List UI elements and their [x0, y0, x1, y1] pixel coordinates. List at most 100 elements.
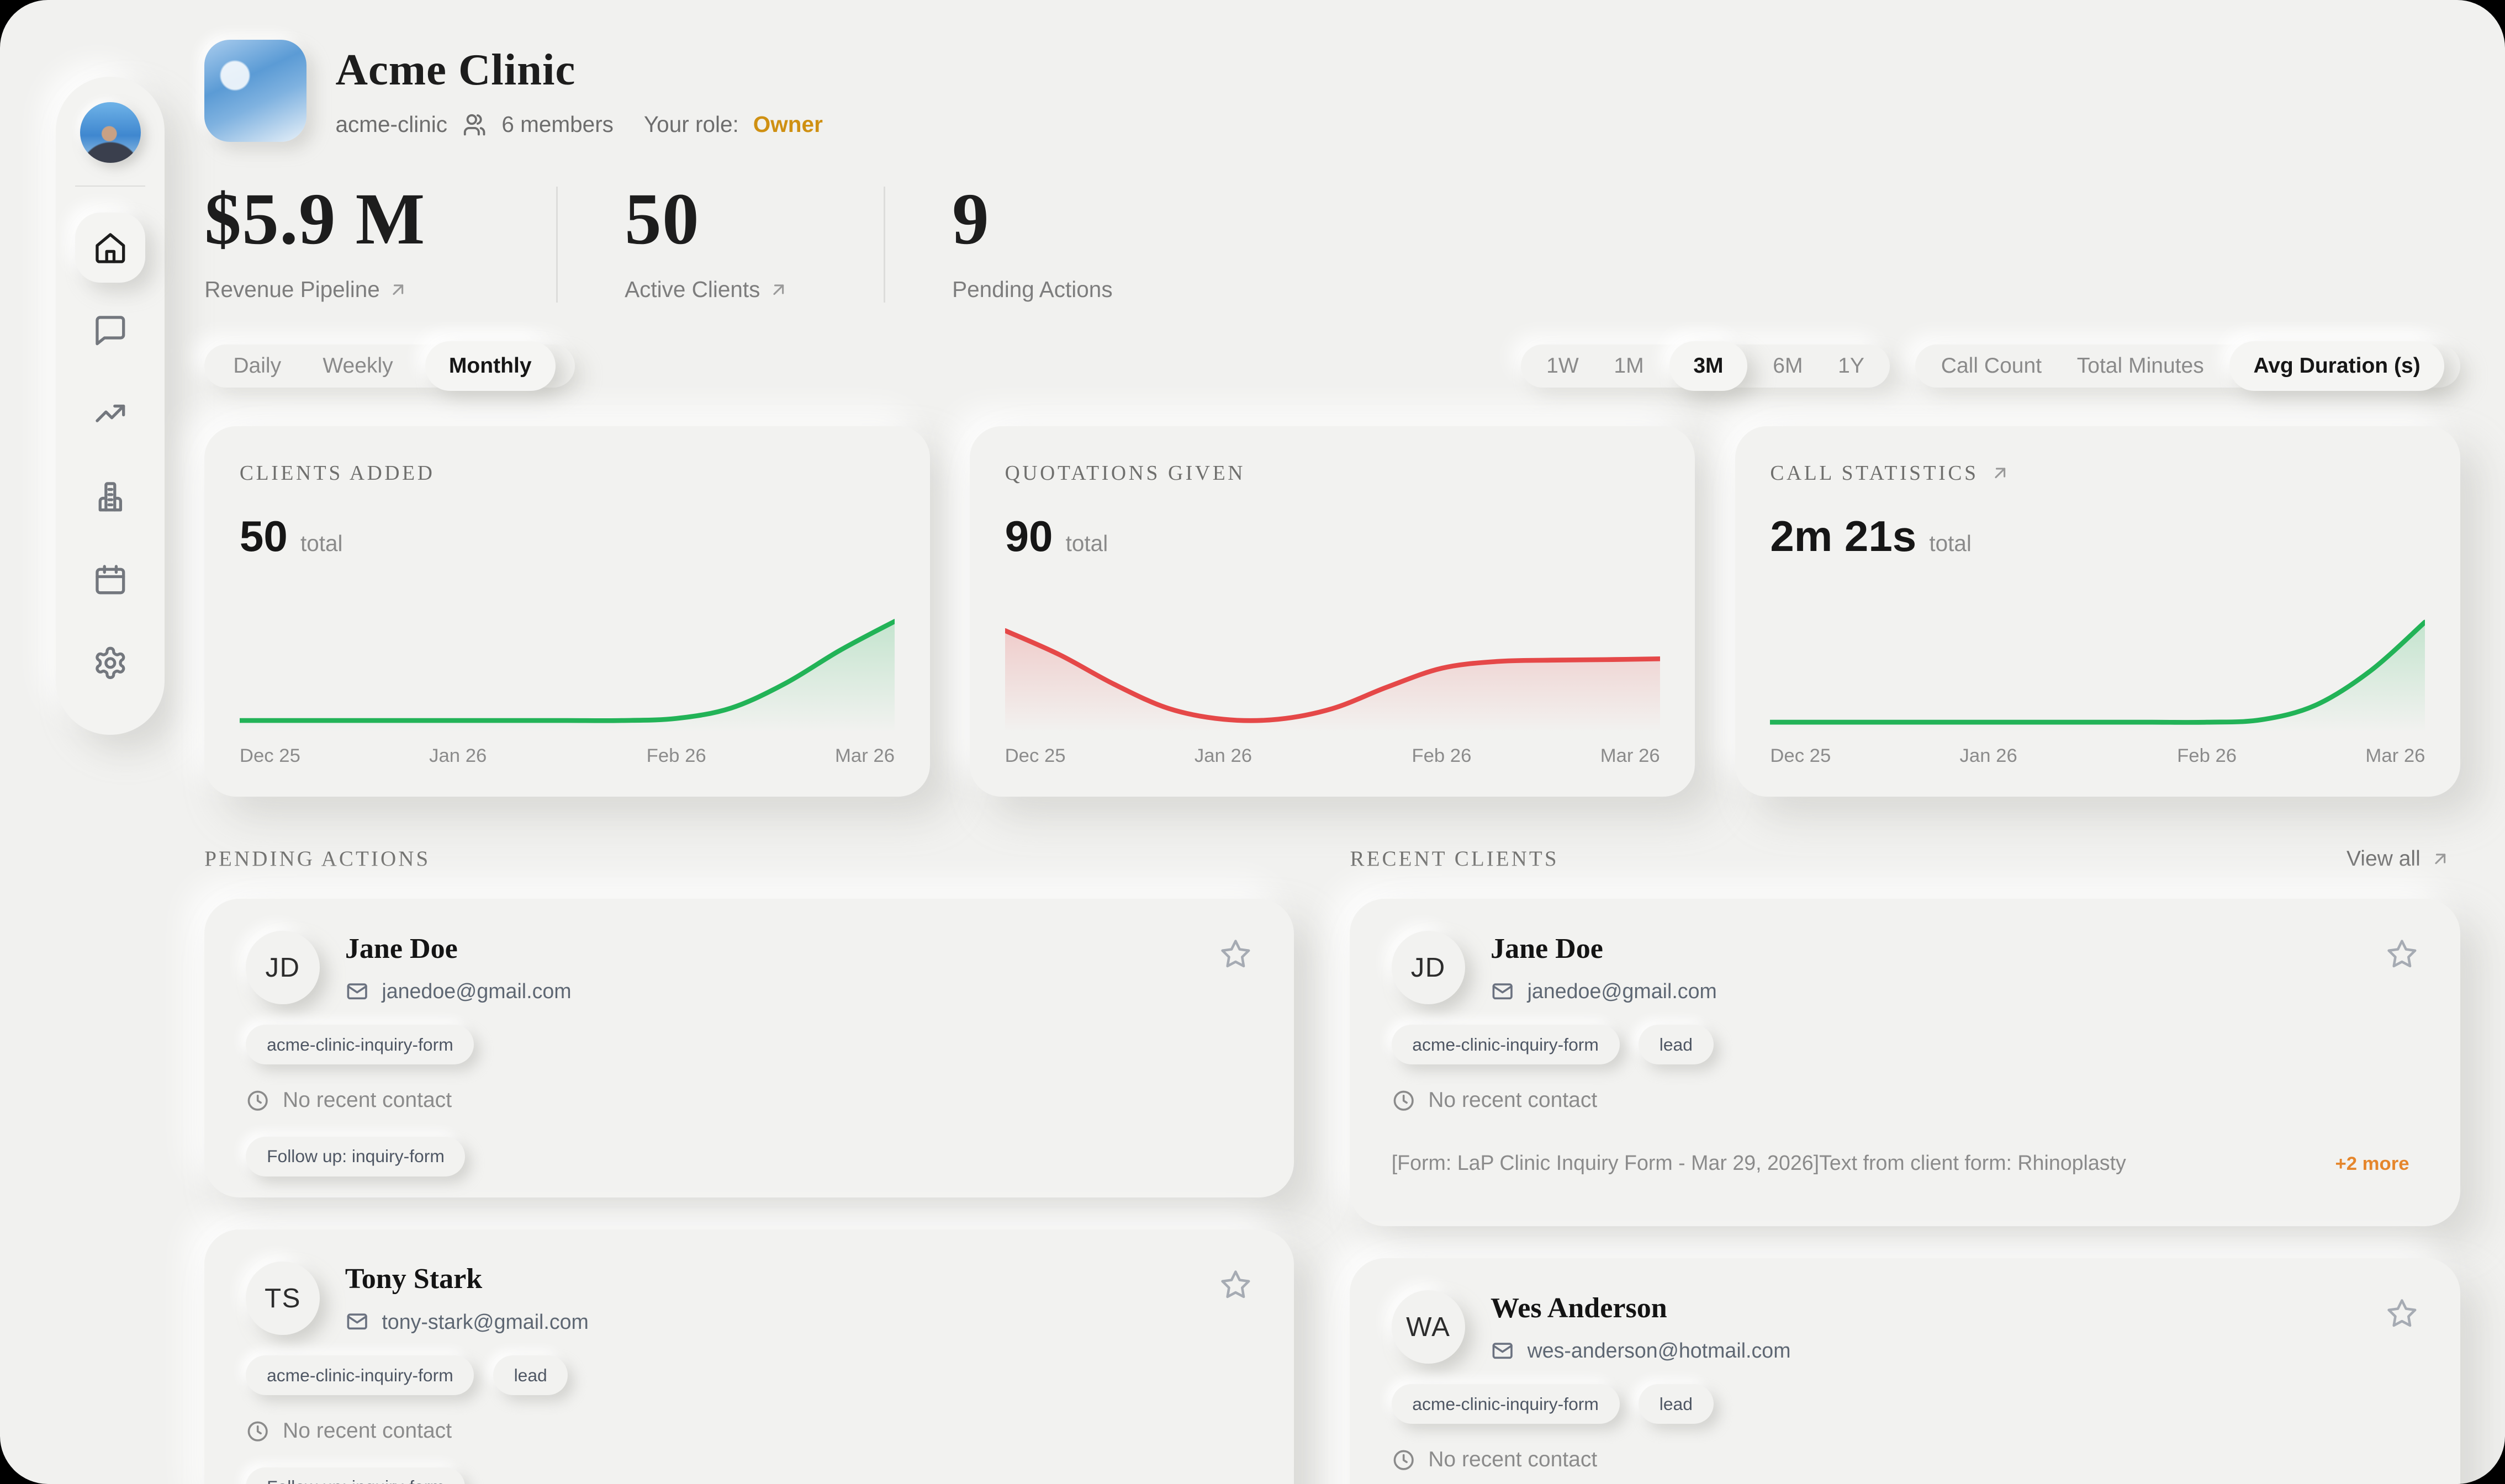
star-icon[interactable]	[2385, 1296, 2419, 1335]
tab-weekly[interactable]: Weekly	[323, 354, 393, 378]
chart-title: QUOTATIONS GIVEN	[1005, 461, 1660, 485]
message-square-icon	[93, 313, 128, 348]
tab-1y[interactable]: 1Y	[1838, 354, 1864, 378]
revenue-pipeline-link[interactable]: Revenue Pipeline	[204, 277, 489, 303]
tag-pill: lead	[1639, 1025, 1713, 1064]
org-header: Acme Clinic acme-clinic 6 members Your r…	[204, 40, 2460, 142]
app-window: Acme Clinic acme-clinic 6 members Your r…	[0, 0, 2505, 1484]
client-name: Wes Anderson	[1491, 1292, 1790, 1324]
page-title: Acme Clinic	[335, 44, 822, 96]
x-axis-labels: Dec 25 Jan 26 Feb 26 Mar 26	[1770, 745, 2425, 771]
trending-up-icon	[93, 396, 128, 431]
tab-daily[interactable]: Daily	[233, 354, 281, 378]
call-statistics-line-chart	[1770, 608, 2425, 733]
contact-status: No recent contact	[283, 1419, 452, 1443]
clients-added-line-chart	[240, 608, 895, 733]
tag-pill: acme-clinic-inquiry-form	[246, 1025, 474, 1064]
stat-divider	[884, 187, 885, 303]
tag-pill: lead	[493, 1355, 568, 1395]
tab-call-count[interactable]: Call Count	[1941, 354, 2042, 378]
chart-total-value: 90	[1005, 511, 1053, 561]
contact-status: No recent contact	[1428, 1088, 1597, 1112]
tab-1w[interactable]: 1W	[1546, 354, 1579, 378]
pending-client-card[interactable]: TS Tony Stark tony-stark@gmail.com acme-…	[204, 1229, 1294, 1484]
sidebar-item-settings[interactable]	[75, 628, 145, 698]
arrow-up-right-icon	[1990, 463, 2011, 484]
followup-chip[interactable]: Follow up: inquiry-form	[246, 1467, 465, 1484]
clinic-logo-image	[204, 40, 306, 142]
chart-total-value: 2m 21s	[1770, 511, 1916, 561]
tab-1m[interactable]: 1M	[1614, 354, 1643, 378]
mail-icon	[1491, 1339, 1514, 1363]
client-email: janedoe@gmail.com	[1528, 979, 1717, 1003]
stat-active-clients: 50 Active Clients	[625, 181, 816, 303]
metric-tab-group: Call Count Total Minutes Avg Duration (s…	[1915, 344, 2460, 388]
stat-value: $5.9 M	[204, 181, 489, 258]
more-badge[interactable]: +2 more	[2326, 1152, 2419, 1176]
tag-pill: acme-clinic-inquiry-form	[1392, 1384, 1620, 1424]
clock-icon	[1392, 1448, 1415, 1472]
stat-pending-actions: 9 Pending Actions	[952, 181, 1112, 303]
chart-total-suffix: total	[300, 531, 343, 556]
tab-avg-duration[interactable]: Avg Duration (s)	[2229, 341, 2444, 391]
view-all-link[interactable]: View all	[2337, 845, 2460, 873]
pending-client-card[interactable]: JD Jane Doe janedoe@gmail.com acme-clini…	[204, 899, 1294, 1197]
quotations-given-card: QUOTATIONS GIVEN 90 total Dec 25 Jan 26	[970, 426, 1695, 797]
arrow-up-right-icon	[388, 279, 409, 300]
filters-row: Daily Weekly Monthly 1W 1M 3M 6M 1Y Call…	[204, 344, 2460, 388]
call-statistics-link[interactable]: CALL STATISTICS	[1770, 461, 2425, 485]
client-name: Tony Stark	[345, 1263, 589, 1295]
quotations-given-line-chart	[1005, 608, 1660, 733]
tab-3m[interactable]: 3M	[1669, 341, 1747, 391]
chart-title: CLIENTS ADDED	[240, 461, 895, 485]
members-count: 6 members	[501, 112, 614, 137]
users-icon	[462, 112, 487, 137]
user-avatar-image[interactable]	[80, 102, 141, 163]
recent-client-card[interactable]: WA Wes Anderson wes-anderson@hotmail.com…	[1350, 1258, 2460, 1484]
sidebar-item-home[interactable]	[75, 213, 145, 283]
clock-icon	[246, 1089, 269, 1112]
pending-actions-label: Pending Actions	[952, 277, 1112, 303]
sidebar-item-analytics[interactable]	[75, 379, 145, 449]
star-icon[interactable]	[1219, 1268, 1252, 1307]
star-icon[interactable]	[1219, 937, 1252, 976]
sidebar-item-clinic[interactable]	[75, 462, 145, 532]
tag-pill: acme-clinic-inquiry-form	[246, 1355, 474, 1395]
client-email: janedoe@gmail.com	[382, 979, 571, 1003]
active-clients-link[interactable]: Active Clients	[625, 277, 816, 303]
stat-revenue-pipeline: $5.9 M Revenue Pipeline	[204, 181, 489, 303]
avatar: WA	[1392, 1290, 1465, 1364]
org-slug: acme-clinic	[335, 112, 447, 137]
range-tab-group: 1W 1M 3M 6M 1Y	[1521, 344, 1890, 388]
stats-row: $5.9 M Revenue Pipeline 50 Active Client…	[204, 181, 2460, 303]
clock-icon	[246, 1419, 269, 1443]
stat-value: 9	[952, 181, 1112, 258]
form-note: [Form: LaP Clinic Inquiry Form - Mar 29,…	[1392, 1151, 2126, 1175]
client-email: tony-stark@gmail.com	[382, 1310, 589, 1334]
tab-total-minutes[interactable]: Total Minutes	[2077, 354, 2204, 378]
client-name: Jane Doe	[345, 932, 572, 965]
tab-6m[interactable]: 6M	[1773, 354, 1803, 378]
clients-added-card: CLIENTS ADDED 50 total Dec 25 Jan 26 Fe	[204, 426, 929, 797]
arrow-up-right-icon	[2430, 849, 2451, 870]
followup-chip[interactable]: Follow up: inquiry-form	[246, 1137, 465, 1176]
charts-row: CLIENTS ADDED 50 total Dec 25 Jan 26 Fe	[204, 426, 2460, 797]
recent-client-card[interactable]: JD Jane Doe janedoe@gmail.com acme-clini…	[1350, 899, 2460, 1226]
mail-icon	[1491, 979, 1514, 1003]
client-name: Jane Doe	[1491, 932, 1717, 965]
clock-icon	[1392, 1089, 1415, 1112]
avatar: JD	[1392, 931, 1465, 1004]
avatar: JD	[246, 931, 319, 1004]
sidebar-item-calendar[interactable]	[75, 544, 145, 614]
star-icon[interactable]	[2385, 937, 2419, 976]
tag-pill: lead	[1639, 1384, 1713, 1424]
tab-monthly[interactable]: Monthly	[425, 341, 556, 391]
mail-icon	[345, 979, 369, 1003]
mail-icon	[345, 1310, 369, 1333]
sidebar-item-messages[interactable]	[75, 295, 145, 365]
x-axis-labels: Dec 25 Jan 26 Feb 26 Mar 26	[240, 745, 895, 771]
home-icon	[93, 230, 128, 266]
period-tab-group: Daily Weekly Monthly	[204, 344, 574, 388]
x-axis-labels: Dec 25 Jan 26 Feb 26 Mar 26	[1005, 745, 1660, 771]
recent-clients-section: RECENT CLIENTS View all JD Jane Doe	[1350, 841, 2460, 1484]
